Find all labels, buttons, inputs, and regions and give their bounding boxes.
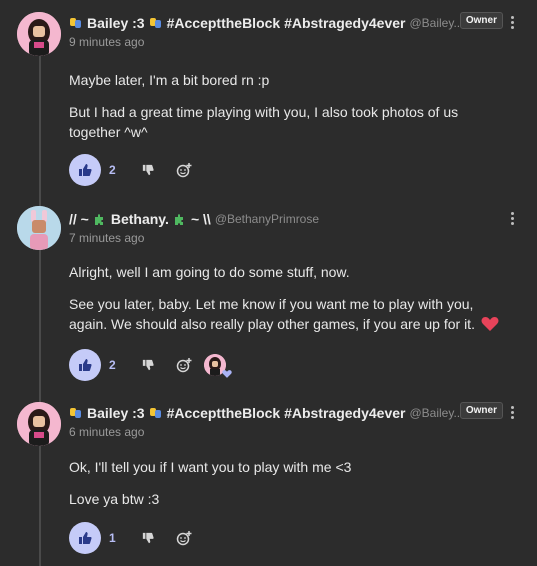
author-handle[interactable]: @Bailey... bbox=[409, 16, 463, 30]
post: Bailey :3 #AccepttheBlock #Abstragedy4ev… bbox=[0, 8, 537, 198]
author-suffix: ~ \\ bbox=[190, 211, 211, 227]
message-paragraph: Ok, I'll tell you if I want you to play … bbox=[69, 459, 352, 475]
avatar[interactable] bbox=[17, 206, 61, 250]
owner-badge: Owner bbox=[459, 402, 503, 419]
avatar[interactable] bbox=[17, 402, 61, 446]
more-options-icon[interactable] bbox=[511, 406, 515, 421]
like-count: 2 bbox=[109, 358, 116, 372]
author-name[interactable]: Bethany. bbox=[111, 211, 169, 227]
thumbs-up-icon bbox=[79, 359, 92, 371]
author-handle[interactable]: @Bailey... bbox=[409, 406, 463, 420]
add-reaction-button[interactable] bbox=[176, 162, 192, 178]
author-handle[interactable]: @BethanyPrimrose bbox=[215, 212, 319, 226]
timestamp: 7 minutes ago bbox=[69, 231, 145, 245]
timestamp: 9 minutes ago bbox=[69, 35, 145, 49]
comedy-tragedy-masks-icon bbox=[69, 406, 83, 420]
post-header: Bailey :3 #AccepttheBlock #Abstragedy4ev… bbox=[69, 403, 501, 423]
message-paragraph: But I had a great time playing with you,… bbox=[69, 104, 459, 140]
post-actions: 1 bbox=[69, 522, 212, 554]
dislike-button[interactable] bbox=[140, 357, 156, 373]
more-options-icon[interactable] bbox=[511, 212, 515, 227]
puzzle-piece-icon bbox=[173, 212, 187, 226]
post-header: Bailey :3 #AccepttheBlock #Abstragedy4ev… bbox=[69, 13, 501, 33]
dislike-button[interactable] bbox=[140, 162, 156, 178]
add-emoji-icon bbox=[176, 531, 192, 546]
owner-badge: Owner bbox=[459, 12, 503, 29]
comedy-tragedy-masks-icon bbox=[149, 16, 163, 30]
message-paragraph: See you later, baby. Let me know if you … bbox=[69, 294, 513, 337]
message-paragraph: Alright, well I am going to do some stuf… bbox=[69, 264, 350, 280]
dislike-button[interactable] bbox=[140, 530, 156, 546]
more-options-icon[interactable] bbox=[511, 16, 515, 31]
thumbs-up-icon bbox=[79, 532, 92, 544]
avatar[interactable] bbox=[17, 12, 61, 56]
add-emoji-icon bbox=[176, 163, 192, 178]
message-text: See you later, baby. Let me know if you … bbox=[69, 296, 475, 332]
author-name[interactable]: Bailey :3 bbox=[87, 15, 145, 31]
post-actions: 2 bbox=[69, 349, 232, 381]
heart-icon bbox=[221, 370, 232, 378]
author-name[interactable]: Bailey :3 bbox=[87, 405, 145, 421]
thumbs-down-icon bbox=[142, 532, 154, 544]
thumbs-down-icon bbox=[142, 359, 154, 371]
timestamp: 6 minutes ago bbox=[69, 425, 145, 439]
add-emoji-icon bbox=[176, 358, 192, 373]
add-reaction-button[interactable] bbox=[176, 530, 192, 546]
comedy-tragedy-masks-icon bbox=[69, 16, 83, 30]
liked-by-avatar[interactable] bbox=[203, 354, 232, 378]
heart-emoji bbox=[481, 316, 499, 337]
post: // ~ Bethany. ~ \\ @BethanyPrimrose 7 mi… bbox=[0, 204, 537, 394]
author-prefix: // ~ bbox=[69, 211, 89, 227]
like-count: 2 bbox=[109, 163, 116, 177]
author-tags: #AccepttheBlock #Abstragedy4ever bbox=[166, 405, 406, 421]
add-reaction-button[interactable] bbox=[176, 357, 192, 373]
like-button[interactable] bbox=[69, 522, 101, 554]
author-tags: #AccepttheBlock #Abstragedy4ever bbox=[166, 15, 406, 31]
comedy-tragedy-masks-icon bbox=[149, 406, 163, 420]
post-actions: 2 bbox=[69, 154, 212, 186]
post: Bailey :3 #AccepttheBlock #Abstragedy4ev… bbox=[0, 398, 537, 557]
message-paragraph: Maybe later, I'm a bit bored rn :p bbox=[69, 72, 270, 88]
like-button[interactable] bbox=[69, 349, 101, 381]
puzzle-piece-icon bbox=[93, 212, 107, 226]
post-header: // ~ Bethany. ~ \\ @BethanyPrimrose bbox=[69, 209, 501, 229]
like-count: 1 bbox=[109, 531, 116, 545]
thumbs-up-icon bbox=[79, 164, 92, 176]
thumbs-down-icon bbox=[142, 164, 154, 176]
message-paragraph: Love ya btw :3 bbox=[69, 491, 160, 507]
like-button[interactable] bbox=[69, 154, 101, 186]
